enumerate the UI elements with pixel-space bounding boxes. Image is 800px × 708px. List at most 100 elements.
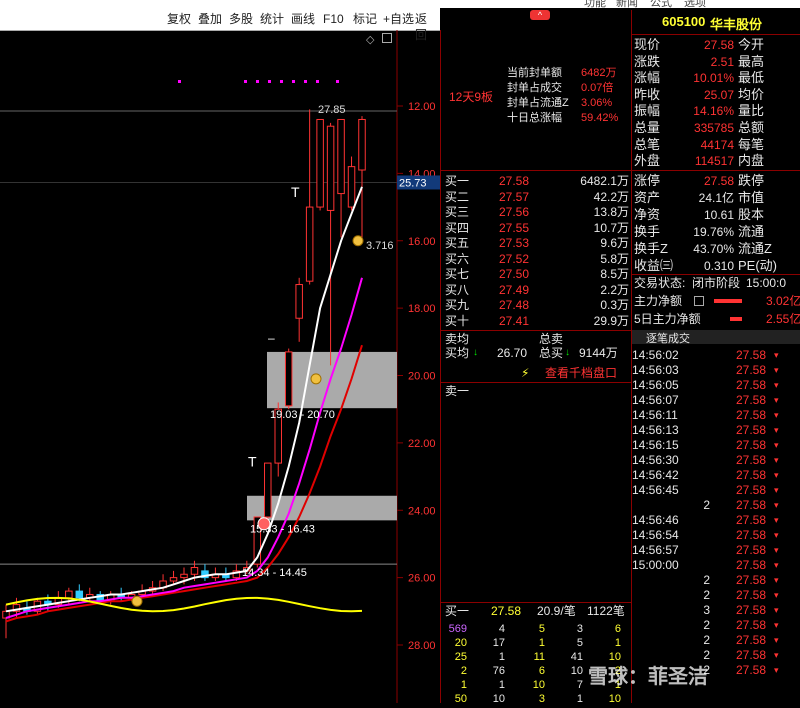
- fund-label-right: 跌停: [738, 173, 765, 188]
- high-price-label: 27.85: [318, 104, 346, 116]
- quote-label-right: 内盘: [738, 153, 765, 169]
- y-tick-label: 18.00: [408, 303, 436, 315]
- trade-status-label: 交易状态:: [634, 276, 686, 290]
- quote-value: 27.58: [703, 38, 734, 52]
- menu-formula[interactable]: 公式: [650, 0, 672, 10]
- signal-dot: [280, 80, 283, 83]
- restore-rights-button[interactable]: 复权: [164, 11, 194, 27]
- signal-dot: [304, 80, 307, 83]
- signal-dot: [244, 80, 247, 83]
- quote-label-right: 最高: [738, 53, 765, 69]
- buy-avg-label: 买均: [445, 346, 470, 360]
- bottom-bid1-label: 买一: [445, 604, 470, 618]
- bid-level-volume: 29.9万: [593, 313, 629, 328]
- ma-magenta-line: [5, 277, 363, 619]
- signal-dot: [268, 80, 271, 83]
- statistics-button[interactable]: 统计: [257, 11, 287, 27]
- ticks-title: 逐笔成交: [646, 333, 690, 345]
- divider: [441, 330, 631, 331]
- total-buy-value: 9144万: [579, 346, 618, 360]
- seal-info-label: 十日总涨幅: [507, 112, 562, 124]
- candle-body: [284, 351, 293, 407]
- signal-dot: [316, 80, 319, 83]
- quote-label-right: 每笔: [738, 136, 765, 152]
- queue-cell: 50: [454, 693, 467, 705]
- queue-cell: 3: [538, 693, 545, 705]
- quote-panel: 605100 华丰股份 现价 27.58 今开 涨跌 2.51 最高 涨幅 10.01% 最低昨…: [631, 10, 800, 703]
- candle-body: [295, 284, 303, 319]
- t-marker: T: [248, 453, 257, 469]
- signal-dot: [336, 80, 339, 83]
- ask1-label: 卖一: [445, 384, 470, 398]
- overlay-button[interactable]: 叠加: [195, 11, 225, 27]
- quote-label: 振幅: [634, 103, 661, 119]
- kline-chart[interactable]: 28.00 26.00 24.00 22.00 20.00 18.00 16.00 14.00…: [0, 30, 440, 703]
- candle-body: [347, 166, 356, 208]
- quote-label-right: 总额: [738, 120, 765, 135]
- collapse-icon[interactable]: ^: [530, 10, 550, 20]
- quote-value: 335785: [693, 121, 734, 135]
- stock-code: 605100: [662, 14, 706, 29]
- main-net-5d-bar: [730, 317, 742, 321]
- view-order-depth-link[interactable]: 查看千档盘口: [545, 364, 617, 382]
- divider: [632, 170, 800, 171]
- fund-label: 换手Z: [634, 241, 668, 256]
- quote-label: 外盘: [634, 153, 661, 169]
- indicator-label: 3.716: [366, 240, 394, 252]
- quote-value: 44174: [700, 137, 734, 152]
- dash-marker: –: [268, 331, 275, 345]
- square-icon[interactable]: [382, 33, 392, 43]
- divider: [441, 170, 631, 171]
- candle-body: [316, 118, 324, 208]
- main-net-5d-label: 5日主力净额: [634, 312, 701, 326]
- back-button[interactable]: 返回: [412, 11, 440, 42]
- quote-label: 总量: [634, 120, 661, 135]
- y-tick-label: 12.00: [408, 101, 436, 113]
- candle-body: [169, 577, 178, 582]
- info-icon[interactable]: [694, 296, 704, 306]
- diamond-icon[interactable]: ◇: [366, 33, 374, 46]
- y-tick-label: 20.00: [408, 371, 436, 383]
- menu-function[interactable]: 功能: [584, 0, 606, 10]
- quote-value: 114517: [694, 154, 734, 169]
- candle-body: [305, 206, 314, 282]
- mark-button[interactable]: 标记: [350, 11, 380, 27]
- stock-name: 华丰股份: [710, 17, 763, 32]
- queue-cell: 10: [492, 693, 505, 705]
- signal-dot: [178, 80, 181, 83]
- fund-label: 收益㈢: [634, 258, 674, 273]
- limit-up-streak: 12天9板: [449, 90, 494, 104]
- candle-body: [65, 590, 73, 599]
- multi-stock-button[interactable]: 多股: [226, 11, 256, 27]
- menu-news[interactable]: 新闻: [616, 0, 638, 10]
- quote-label: 总笔: [634, 136, 661, 152]
- zone1-label: 19.03 - 20.70: [270, 409, 335, 421]
- trade-status-value: 闭市阶段: [692, 276, 741, 290]
- buy-signal-icon: [257, 517, 271, 531]
- candle-body: [180, 573, 188, 579]
- total-buy-label: 总买: [539, 346, 564, 360]
- quote-value: 25.07: [703, 87, 734, 102]
- quote-value: 10.01%: [693, 71, 734, 86]
- bottom-bid1-vol: 20.9/笔: [537, 604, 576, 618]
- quote-label-right: 今开: [738, 37, 765, 52]
- fund-value: 0.310: [703, 259, 734, 273]
- y-tick-label: 26.00: [408, 573, 436, 585]
- fund-label-right: 流通Z: [738, 241, 772, 256]
- tick-arrow-icon: ▾: [774, 665, 779, 675]
- fund-value: 19.76%: [693, 225, 734, 239]
- watermark: 雪球：菲圣洁: [588, 666, 708, 688]
- money-bag-icon: [310, 373, 322, 385]
- fund-value: 10.61: [703, 208, 734, 222]
- candle-body: [326, 125, 335, 211]
- bid-level-label: 买十: [445, 313, 470, 328]
- top-menu-bar: 功能 新闻 公式 选项: [0, 0, 800, 10]
- fund-label: 净资: [634, 207, 661, 222]
- bid-level-price: 27.41: [499, 313, 530, 328]
- fund-value: 27.58: [703, 174, 734, 188]
- f10-button[interactable]: F10: [320, 11, 347, 27]
- menu-options[interactable]: 选项: [684, 0, 706, 10]
- bottom-bid1-count: 1122笔: [587, 604, 625, 618]
- y-tick-label: 24.00: [408, 505, 436, 517]
- draw-line-button[interactable]: 画线: [288, 11, 318, 27]
